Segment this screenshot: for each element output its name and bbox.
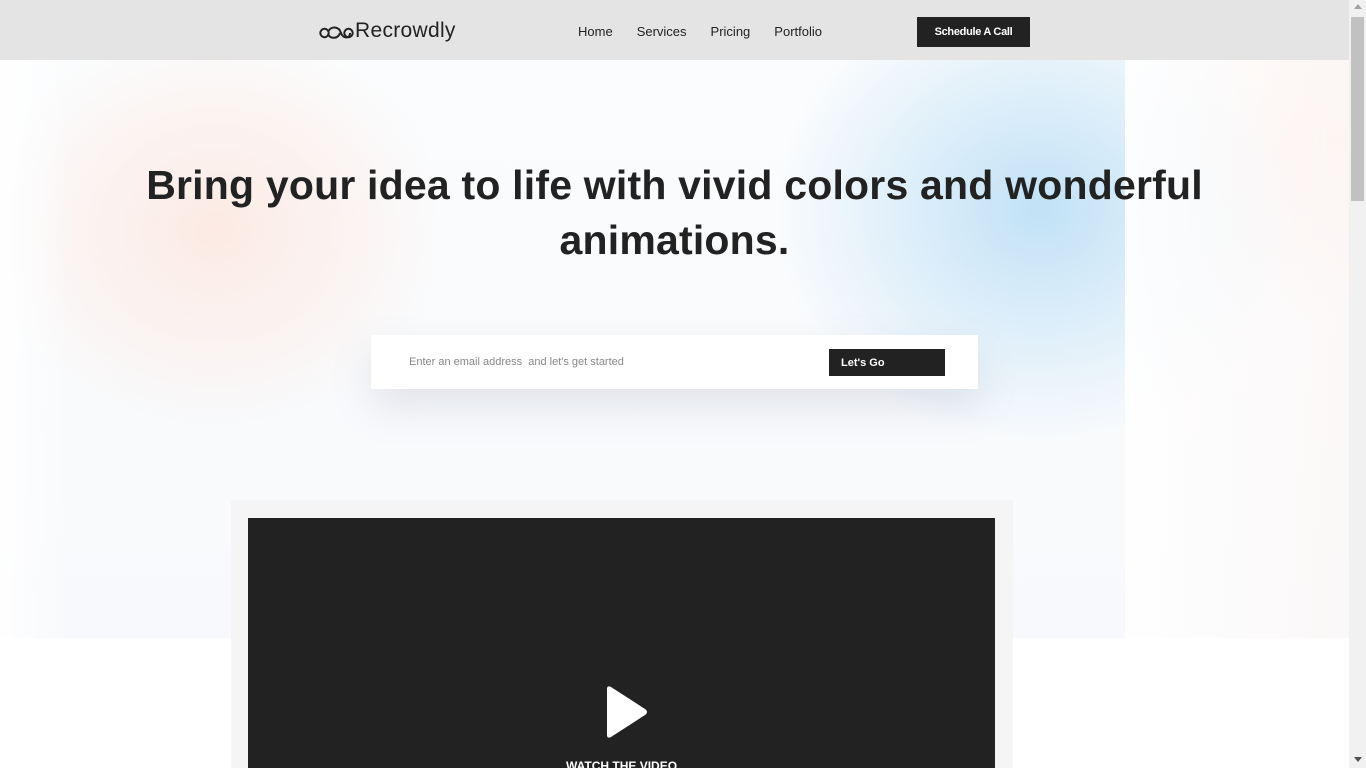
nav-pricing[interactable]: Pricing: [711, 24, 751, 40]
lets-go-button[interactable]: Let's Go: [829, 349, 945, 376]
schedule-call-button[interactable]: Schedule A Call: [917, 17, 1030, 47]
hero-headline: Bring your idea to life with vivid color…: [146, 162, 1203, 263]
play-icon[interactable]: [603, 685, 649, 744]
email-signup-form: Let's Go: [371, 335, 978, 389]
email-input[interactable]: [409, 351, 809, 373]
hero-left-fade: [0, 60, 70, 638]
scroll-up-arrow-icon[interactable]: [1354, 4, 1362, 9]
video-player[interactable]: WATCH THE VIDEO: [248, 518, 995, 768]
nav-home[interactable]: Home: [578, 24, 613, 40]
infinity-logo-icon: [319, 22, 354, 40]
nav-portfolio[interactable]: Portfolio: [774, 24, 822, 40]
watch-video-label: WATCH THE VIDEO: [565, 759, 678, 768]
hero-right-panel: [1125, 60, 1349, 638]
scroll-thumb[interactable]: [1351, 17, 1364, 201]
main-nav: Home Services Pricing Portfolio: [578, 24, 846, 40]
scroll-down-arrow-icon[interactable]: [1354, 757, 1362, 762]
logo[interactable]: Recrowdly: [319, 18, 456, 44]
page-scrollbar[interactable]: [1349, 0, 1366, 768]
top-navbar: Recrowdly Home Services Pricing Portfoli…: [0, 0, 1349, 60]
nav-services[interactable]: Services: [637, 24, 687, 40]
logo-text: Recrowdly: [355, 19, 456, 42]
